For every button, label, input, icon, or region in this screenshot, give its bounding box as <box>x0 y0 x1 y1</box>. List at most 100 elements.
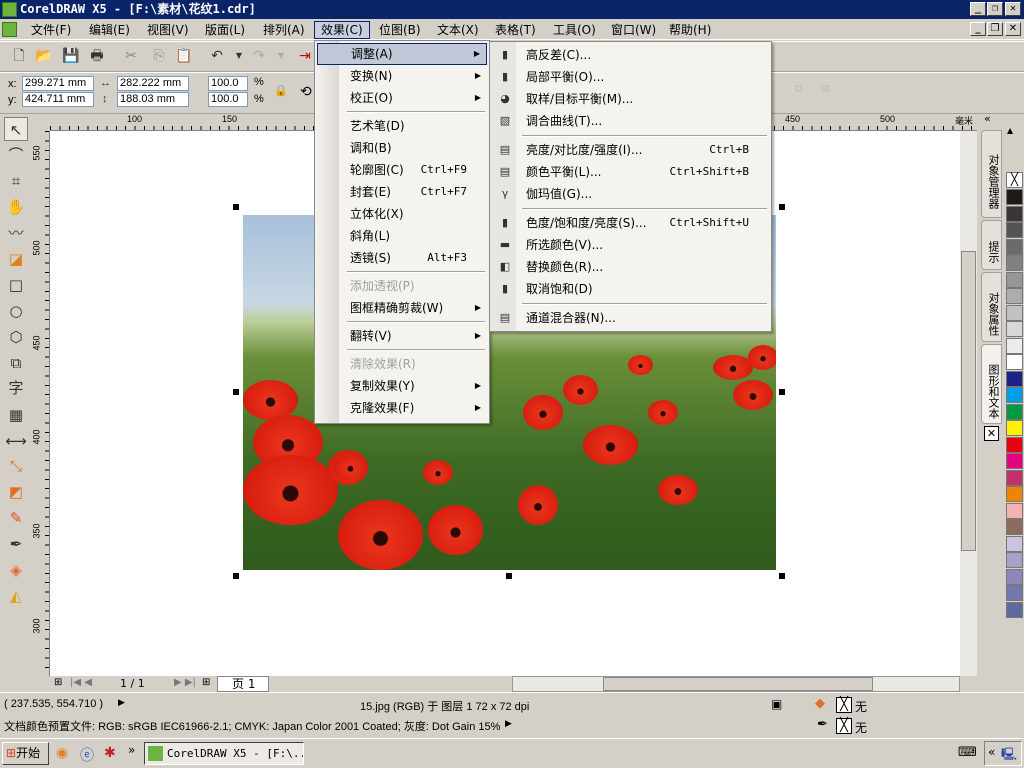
color-swatch[interactable] <box>1006 469 1023 486</box>
lock-ratio-icon[interactable]: 🔒 <box>274 84 288 97</box>
doc-minimize-button[interactable]: _ <box>970 22 986 36</box>
adjust-menu-item[interactable]: ◕ 取样/目标平衡(M)... <box>492 88 769 110</box>
open-icon[interactable]: 📂 <box>35 47 53 65</box>
effects-menu-item[interactable]: 透镜(S) Alt+F3 <box>317 247 487 269</box>
smart-fill-tool-icon[interactable]: ◪ <box>4 247 28 271</box>
adjust-menu-item[interactable]: ▮ 取消饱和(D) <box>492 278 769 300</box>
effects-menu-item[interactable]: 调整(A) ▶ <box>317 43 487 65</box>
rotate-icon[interactable]: ⟲ <box>300 83 312 100</box>
rectangle-tool-icon[interactable]: □ <box>4 273 28 297</box>
vertical-ruler[interactable]: 550 500 450 400 350 300 <box>32 131 50 676</box>
table-tool-icon[interactable]: ▦ <box>4 403 28 427</box>
color-swatch[interactable] <box>1006 453 1023 469</box>
menu-effects[interactable]: 效果(C) <box>314 21 370 39</box>
selection-handle[interactable] <box>779 204 785 210</box>
fill-none-swatch[interactable]: ╳ <box>836 697 852 713</box>
adjust-menu-item[interactable]: ▬ 所选颜色(V)... <box>492 234 769 256</box>
palette-scroll-up-icon[interactable]: ▲ <box>1007 126 1013 135</box>
color-swatch[interactable] <box>1006 238 1023 255</box>
adjust-menu-item[interactable]: ◧ 替换颜色(R)... <box>492 256 769 278</box>
adjust-menu-item[interactable]: ▮ 局部平衡(O)... <box>492 66 769 88</box>
ie-icon[interactable]: ⓔ <box>80 745 94 765</box>
vertical-scrollbar[interactable] <box>960 131 977 676</box>
menu-edit[interactable]: 编辑(E) <box>83 21 136 39</box>
close-button[interactable]: ✕ <box>1005 2 1021 16</box>
color-proof-icon[interactable]: ▣ <box>771 697 782 711</box>
effects-menu-item[interactable]: 变换(N) ▶ <box>317 65 487 87</box>
adjust-menu-item[interactable]: γ 伽玛值(G)... <box>492 183 769 205</box>
dimension-tool-icon[interactable]: ⟷ <box>4 429 28 453</box>
color-swatch[interactable] <box>1006 255 1023 271</box>
menu-table[interactable]: 表格(T) <box>489 21 542 39</box>
color-swatch[interactable] <box>1006 205 1023 222</box>
profile-arrow-icon[interactable]: ▶ <box>505 719 512 729</box>
color-swatch[interactable] <box>1006 519 1023 535</box>
color-swatch[interactable] <box>1006 288 1023 304</box>
color-swatch[interactable] <box>1006 403 1023 420</box>
redo-dropdown-icon[interactable]: ▼ <box>272 47 290 65</box>
color-swatch[interactable] <box>1006 222 1023 238</box>
page-tab[interactable]: 页 1 <box>217 676 269 692</box>
effects-menu-item[interactable]: 立体化(X) <box>317 203 487 225</box>
keyboard-icon[interactable]: ⌨ <box>958 745 977 760</box>
color-swatch[interactable] <box>1006 271 1023 288</box>
wrap2-icon[interactable]: ⧉ <box>822 83 830 96</box>
adjust-menu-item[interactable]: ▮ 色度/饱和度/亮度(S)... Ctrl+Shift+U <box>492 212 769 234</box>
quicklaunch-chevron[interactable]: » <box>128 743 135 757</box>
effects-menu-item[interactable]: 克隆效果(F) ▶ <box>317 397 487 419</box>
menu-layout[interactable]: 版面(L) <box>199 21 251 39</box>
shape-tool-icon[interactable]: ⌒ <box>4 143 28 167</box>
cut-icon[interactable]: ✂ <box>122 47 140 65</box>
restore-button[interactable]: ❐ <box>987 2 1003 16</box>
pick-tool-icon[interactable]: ↖ <box>4 117 28 141</box>
network-icon[interactable]: 🖳 <box>1001 745 1017 766</box>
pan-tool-icon[interactable]: ✋ <box>4 195 28 219</box>
effects-menu-item[interactable]: 校正(O) ▶ <box>317 87 487 109</box>
color-swatch[interactable] <box>1006 321 1023 337</box>
minimize-button[interactable]: _ <box>970 2 986 16</box>
interactive-fill-tool-icon[interactable]: ◭ <box>4 584 28 608</box>
horizontal-scrollbar[interactable] <box>512 676 960 692</box>
text-tool-icon[interactable]: 字 <box>4 376 28 400</box>
print-icon[interactable]: 🖶 <box>88 47 106 65</box>
height-input[interactable]: 188.03 mm <box>117 92 189 107</box>
menu-file[interactable]: 文件(F) <box>25 21 77 39</box>
undo-icon[interactable]: ↶ <box>208 47 226 65</box>
eyedropper-tool-icon[interactable]: ✎ <box>4 506 28 530</box>
adjust-menu-item[interactable]: ▧ 调合曲线(T)... <box>492 110 769 132</box>
media-player-icon[interactable]: ◉ <box>56 745 68 761</box>
selection-handle[interactable] <box>506 573 512 579</box>
first-page-icon[interactable]: |◀ ◀ <box>70 677 92 688</box>
color-swatch[interactable] <box>1006 304 1023 321</box>
scale-y-input[interactable]: 100.0 <box>208 92 248 107</box>
color-profile-info[interactable]: 文档颜色预置文件: RGB: sRGB IEC61966-2.1; CMYK: … <box>4 718 500 734</box>
tab-shapes-and-text[interactable]: 图形和文本 <box>981 344 1002 424</box>
save-icon[interactable]: 💾 <box>62 47 80 65</box>
effects-menu-item[interactable]: 艺术笔(D) <box>317 115 487 137</box>
scale-x-input[interactable]: 100.0 <box>208 76 248 91</box>
effects-menu-item[interactable]: 斜角(L) <box>317 225 487 247</box>
outline-tool-icon[interactable]: ✒ <box>4 532 28 556</box>
selection-handle[interactable] <box>779 389 785 395</box>
fill-tool-icon[interactable]: ◈ <box>4 558 28 582</box>
x-position-input[interactable]: 299.271 mm <box>22 76 94 91</box>
selection-handle[interactable] <box>233 389 239 395</box>
y-position-input[interactable]: 424.711 mm <box>22 92 94 107</box>
menu-tools[interactable]: 工具(O) <box>547 21 602 39</box>
color-swatch[interactable] <box>1006 387 1023 403</box>
taskbar-coreldraw-button[interactable]: CorelDRAW X5 - [F:\... <box>144 742 304 765</box>
scroll-thumb[interactable] <box>961 251 976 551</box>
color-swatch[interactable] <box>1006 535 1023 552</box>
effects-menu-item[interactable]: 调和(B) <box>317 137 487 159</box>
tray-expand-icon[interactable]: « <box>988 745 995 759</box>
adjust-menu-item[interactable]: ▤ 亮度/对比度/强度(I)... Ctrl+B <box>492 139 769 161</box>
polygon-tool-icon[interactable]: ⬡ <box>4 325 28 349</box>
crop-tool-icon[interactable]: ⌗ <box>4 169 28 193</box>
collapse-docker-icon[interactable]: « <box>984 112 991 125</box>
ellipse-tool-icon[interactable]: ○ <box>4 299 28 323</box>
color-swatch[interactable] <box>1006 189 1023 205</box>
effects-menu-item[interactable]: 复制效果(Y) ▶ <box>317 375 487 397</box>
effects-menu-item[interactable]: 图框精确剪裁(W) ▶ <box>317 297 487 319</box>
selection-handle[interactable] <box>233 204 239 210</box>
no-color-swatch[interactable]: ╳ <box>1006 172 1023 188</box>
